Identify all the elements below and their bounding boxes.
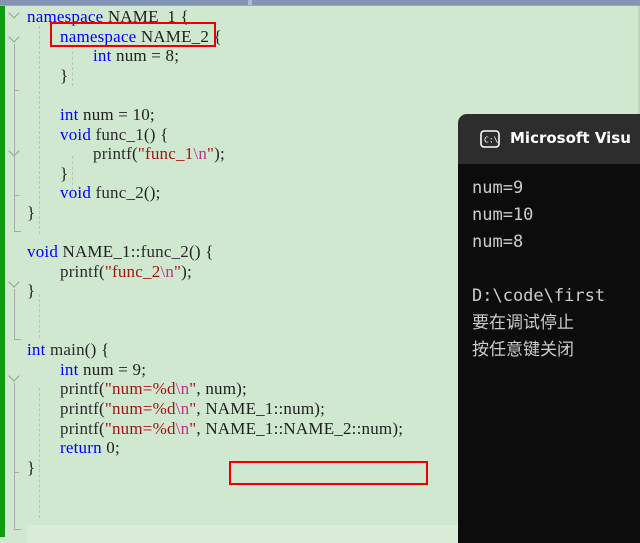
- terminal-icon: C:\: [480, 130, 500, 148]
- code-token: void: [60, 124, 92, 144]
- code-line[interactable]: [0, 224, 31, 241]
- console-output-line: num=9: [472, 178, 524, 198]
- code-token: "func_1: [137, 144, 194, 164]
- code-token: printf: [60, 379, 99, 399]
- code-token: printf: [60, 418, 99, 438]
- code-token: \n: [160, 261, 175, 281]
- code-token: return: [60, 438, 102, 458]
- code-token: ;: [149, 105, 155, 124]
- code-token: NAME_1::: [58, 242, 141, 262]
- code-token: }: [27, 281, 36, 301]
- code-line[interactable]: [0, 322, 31, 339]
- code-token: () {: [189, 242, 214, 262]
- code-token: int: [93, 46, 112, 66]
- console-title-bar[interactable]: C:\ Microsoft Visu: [458, 114, 640, 164]
- code-line[interactable]: int num = 10;: [0, 106, 155, 123]
- code-token: int: [60, 359, 79, 379]
- code-token: num =: [78, 359, 133, 379]
- code-line[interactable]: int num = 9;: [0, 361, 146, 378]
- code-line[interactable]: [0, 86, 31, 103]
- code-token: void: [27, 242, 59, 262]
- console-output-line: num=8: [472, 232, 524, 252]
- code-token: () {: [84, 340, 110, 360]
- code-token: , NAME_1::NAME_2::num);: [196, 418, 404, 438]
- code-line[interactable]: printf("num=%d\n", NAME_1::NAME_2::num);: [0, 420, 403, 437]
- code-line[interactable]: int num = 8;: [0, 47, 179, 64]
- code-line[interactable]: [0, 302, 31, 319]
- code-token: printf: [60, 261, 99, 281]
- code-token: , num);: [196, 379, 247, 399]
- console-output-line: D:\code\first: [472, 286, 606, 306]
- code-token: , NAME_1::num);: [196, 399, 326, 418]
- console-output-line: num=10: [472, 205, 534, 225]
- code-token: int: [27, 340, 46, 360]
- code-token: printf: [93, 144, 132, 164]
- code-line[interactable]: }: [0, 165, 68, 182]
- code-token: "num=%d: [104, 399, 176, 418]
- code-token: );: [181, 261, 192, 281]
- code-token: );: [214, 144, 225, 164]
- code-token: "num=%d: [104, 379, 176, 399]
- code-token: ;: [141, 359, 147, 379]
- code-token: main: [45, 340, 85, 360]
- code-token: num =: [111, 46, 166, 66]
- console-output-line: 要在调试停止: [472, 313, 574, 333]
- code-token: 8: [165, 46, 175, 66]
- code-line[interactable]: void func_2();: [0, 184, 161, 201]
- code-line[interactable]: }: [0, 459, 35, 476]
- code-token: 9: [132, 359, 142, 379]
- code-token: ();: [143, 183, 161, 203]
- console-output-line: 按任意键关闭: [472, 340, 574, 360]
- code-token: int: [60, 105, 79, 124]
- code-token: 0: [101, 438, 115, 458]
- code-token: func_2: [140, 242, 190, 262]
- code-line[interactable]: void func_1() {: [0, 126, 168, 143]
- console-title-text: Microsoft Visu: [510, 129, 631, 147]
- screenshot-root: namespace NAME_1 {namespace NAME_2 {int …: [0, 0, 640, 543]
- code-token: \n: [193, 144, 208, 164]
- code-token: num =: [78, 105, 133, 124]
- code-token: func_2: [91, 183, 144, 203]
- code-token: 10: [132, 105, 150, 124]
- annotation-highlight-box: [229, 461, 428, 485]
- code-line[interactable]: }: [0, 67, 68, 84]
- code-token: \n: [175, 399, 190, 418]
- code-line[interactable]: void NAME_1::func_2() {: [0, 243, 214, 260]
- code-token: "num=%d: [104, 418, 176, 438]
- code-token: }: [27, 457, 36, 477]
- code-line[interactable]: return 0;: [0, 439, 120, 456]
- code-line[interactable]: }: [0, 204, 35, 221]
- code-token: }: [60, 65, 69, 85]
- code-line[interactable]: int main() {: [0, 341, 109, 358]
- code-token: () {: [143, 124, 169, 144]
- code-token: }: [27, 203, 36, 222]
- code-token: \n: [175, 379, 190, 399]
- code-line[interactable]: }: [0, 282, 35, 299]
- annotation-highlight-box: [50, 22, 216, 47]
- code-line[interactable]: printf("num=%d\n", NAME_1::num);: [0, 400, 325, 417]
- console-output-area[interactable]: num=9 num=10 num=8 D:\code\first 要在调试停止 按任意键…: [458, 164, 640, 543]
- code-token: ;: [114, 438, 120, 458]
- code-token: func_1: [91, 124, 144, 144]
- svg-text:C:\: C:\: [484, 136, 499, 145]
- code-token: printf: [60, 399, 99, 418]
- code-line[interactable]: printf("func_1\n");: [0, 145, 225, 162]
- code-token: \n: [175, 418, 190, 438]
- code-line[interactable]: printf("func_2\n");: [0, 263, 192, 280]
- code-token: ;: [174, 46, 180, 66]
- console-window[interactable]: C:\ Microsoft Visu num=9 num=10 num=8 D:\c…: [458, 114, 640, 543]
- code-token: void: [60, 183, 92, 203]
- code-token: }: [60, 163, 69, 183]
- code-line[interactable]: printf("num=%d\n", num);: [0, 380, 247, 397]
- code-token: "func_2: [104, 261, 161, 281]
